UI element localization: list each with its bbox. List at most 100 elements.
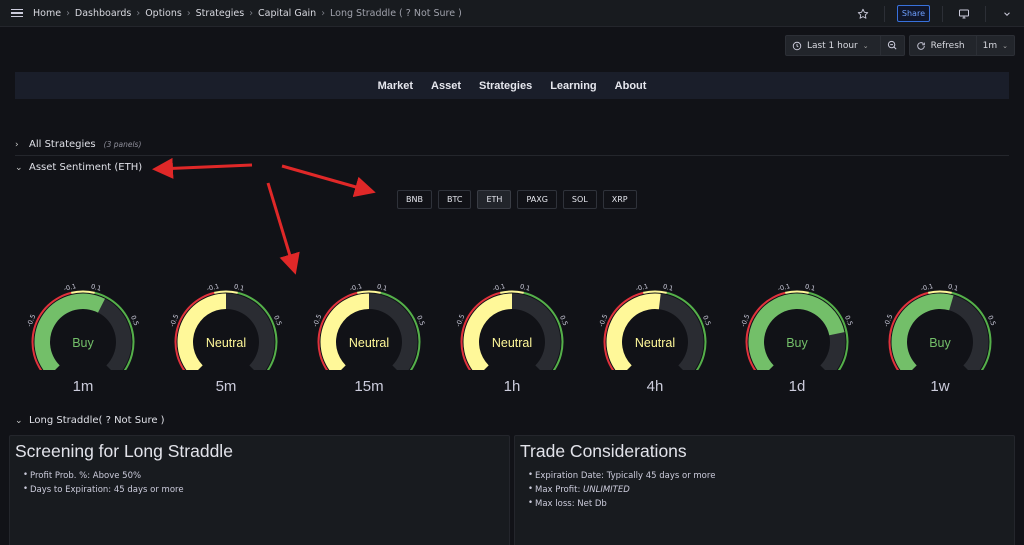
gauge-fill bbox=[463, 293, 512, 370]
nav-strategies[interactable]: Strategies bbox=[479, 80, 532, 92]
nav-learning[interactable]: Learning bbox=[550, 80, 596, 92]
gauge-label: Buy bbox=[786, 336, 808, 350]
refresh-icon bbox=[916, 41, 925, 50]
threshold-band bbox=[642, 290, 668, 294]
item-value: UNLIMITED bbox=[583, 485, 630, 495]
asset-button-eth[interactable]: ETH bbox=[477, 190, 512, 209]
gauge-dial: -1-0.5-0.10.10.51 bbox=[454, 282, 569, 370]
gauge-tick-label: 0.1 bbox=[519, 282, 531, 292]
threshold-band bbox=[499, 290, 525, 294]
gauge-dial: -1-0.5-0.10.10.51 bbox=[739, 282, 854, 370]
breadcrumb-strategies[interactable]: Strategies bbox=[196, 8, 245, 19]
gauge-tick-label: 0.1 bbox=[90, 282, 102, 292]
row-long-straddle[interactable]: ⌄ Long Straddle( ? Not Sure ) bbox=[15, 415, 165, 426]
refresh-button[interactable]: Refresh bbox=[910, 36, 971, 55]
menu-icon[interactable] bbox=[11, 8, 23, 18]
refresh-label: Refresh bbox=[930, 40, 965, 51]
gauge-fill bbox=[34, 293, 106, 370]
star-icon[interactable] bbox=[854, 5, 872, 23]
asset-button-paxg[interactable]: PAXG bbox=[517, 190, 557, 209]
breadcrumb-current: Long Straddle ( ? Not Sure ) bbox=[330, 7, 462, 19]
gauge-dial: -1-0.5-0.10.10.51 bbox=[311, 282, 426, 370]
item-value: Typically 45 days or more bbox=[606, 471, 716, 481]
gauge-period: 1h bbox=[503, 378, 521, 395]
screening-panel: Screening for Long Straddle Profit Prob.… bbox=[9, 435, 510, 545]
chevron-right-icon: › bbox=[136, 7, 141, 19]
asset-selector: BNB BTC ETH PAXG SOL XRP bbox=[397, 190, 637, 209]
time-range-picker[interactable]: Last 1 hour ⌄ bbox=[784, 35, 905, 56]
gauge-dial: -1-0.5-0.10.10.51 bbox=[882, 282, 997, 370]
breadcrumb-options[interactable]: Options bbox=[145, 8, 182, 19]
refresh-interval-select[interactable]: 1m ⌄ bbox=[975, 36, 1014, 55]
gauge-dial: -1-0.5-0.10.10.51 bbox=[168, 282, 283, 370]
divider bbox=[985, 5, 986, 22]
item-label: Expiration Date: bbox=[535, 471, 605, 481]
gauge-dial: -1-0.5-0.10.10.51 bbox=[25, 282, 140, 370]
divider bbox=[883, 5, 885, 22]
chevron-down-icon: ⌄ bbox=[15, 162, 23, 173]
time-range-label: Last 1 hour bbox=[806, 40, 858, 51]
monitor-icon[interactable] bbox=[955, 5, 973, 23]
item-value: Net Db bbox=[577, 499, 607, 509]
zoom-out-button[interactable] bbox=[879, 36, 904, 55]
threshold-band bbox=[213, 290, 239, 294]
asset-button-xrp[interactable]: XRP bbox=[602, 190, 637, 209]
panel-title: Screening for Long Straddle bbox=[15, 441, 233, 461]
arrow-right bbox=[281, 164, 376, 198]
gauge-tick-label: 0.1 bbox=[233, 282, 245, 292]
nav-asset[interactable]: Asset bbox=[431, 80, 461, 92]
row-all-strategies[interactable]: › All Strategies (3 panels) bbox=[15, 139, 141, 150]
clock-icon bbox=[792, 41, 802, 50]
item-label: Max Profit: bbox=[535, 485, 581, 495]
refresh-picker[interactable]: Refresh 1m ⌄ bbox=[908, 35, 1015, 56]
gauge-dial: -1-0.5-0.10.10.51 bbox=[597, 282, 712, 370]
asset-button-btc[interactable]: BTC bbox=[437, 190, 472, 209]
zoom-out-icon bbox=[887, 40, 897, 50]
row-title: All Strategies bbox=[29, 139, 96, 150]
gauge-label: Neutral bbox=[205, 336, 247, 350]
row-asset-sentiment[interactable]: ⌄ Asset Sentiment (ETH) bbox=[15, 162, 142, 173]
chevron-right-icon: › bbox=[66, 7, 70, 19]
divider bbox=[15, 155, 1009, 156]
breadcrumb-dashboards[interactable]: Dashboards bbox=[75, 8, 132, 19]
threshold-band bbox=[927, 290, 953, 294]
gauge-period: 5m bbox=[215, 378, 237, 395]
gauge-period: 1d bbox=[788, 378, 806, 395]
gauge-5m: -1-0.5-0.10.10.51Neutral 5m bbox=[166, 280, 286, 400]
gauge-period: 1m bbox=[72, 378, 94, 395]
gauge-label: Buy bbox=[929, 336, 951, 350]
share-button[interactable]: Share bbox=[896, 5, 930, 22]
gauge-fill bbox=[606, 293, 661, 370]
gauge-period: 1w bbox=[930, 378, 950, 395]
gauge-fill bbox=[891, 293, 954, 370]
gauge-period: 15m bbox=[354, 378, 384, 395]
list-item: Max loss: Net Db bbox=[528, 498, 1009, 509]
gauge-period: 4h bbox=[646, 378, 664, 395]
breadcrumb-home[interactable]: Home bbox=[33, 8, 61, 19]
trade-considerations-panel: Trade Considerations Expiration Date: Ty… bbox=[514, 435, 1015, 545]
gauge-label: Neutral bbox=[634, 336, 676, 350]
gauge-tick-label: 0.1 bbox=[804, 282, 816, 292]
gauge-1h: -1-0.5-0.10.10.51Neutral 1h bbox=[452, 280, 572, 400]
dashboard-nav: Market Asset Strategies Learning About bbox=[15, 72, 1009, 99]
row-title: Asset Sentiment (ETH) bbox=[29, 162, 143, 173]
divider bbox=[942, 5, 943, 22]
asset-button-sol[interactable]: SOL bbox=[562, 190, 597, 209]
nav-about[interactable]: About bbox=[615, 80, 647, 92]
gauge-1w: -1-0.5-0.10.10.51Buy 1w bbox=[880, 280, 1000, 400]
panel-title: Trade Considerations bbox=[520, 441, 687, 461]
gauge-label: Neutral bbox=[348, 336, 390, 350]
time-range-button[interactable]: Last 1 hour ⌄ bbox=[786, 36, 875, 55]
item-label: Max loss: bbox=[535, 499, 575, 509]
gauge-tick-label: 0.1 bbox=[376, 282, 388, 292]
asset-button-bnb[interactable]: BNB bbox=[397, 190, 432, 209]
nav-market[interactable]: Market bbox=[378, 80, 413, 92]
panel-count: (3 panels) bbox=[103, 140, 142, 149]
gauge-tick-label: 0.1 bbox=[947, 282, 959, 292]
chevron-right-icon: › bbox=[321, 7, 325, 19]
gauge-4h: -1-0.5-0.10.10.51Neutral 4h bbox=[595, 280, 715, 400]
chevron-right-icon: › bbox=[249, 7, 253, 19]
chevron-down-icon: ⌄ bbox=[15, 415, 23, 426]
breadcrumb-capital-gain[interactable]: Capital Gain bbox=[258, 8, 316, 19]
chevron-down-icon[interactable] bbox=[998, 5, 1016, 23]
